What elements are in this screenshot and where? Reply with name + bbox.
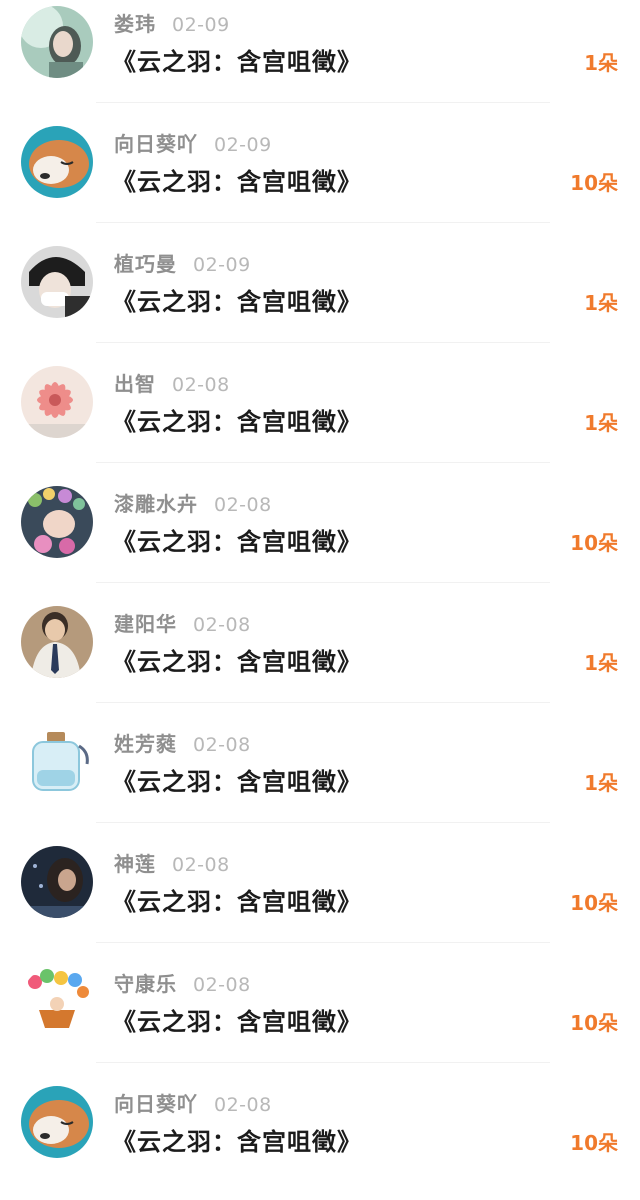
list-item[interactable]: 姓芳蕤 02-08 《云之羽：含宫咀徵》 1朵 xyxy=(0,720,640,840)
divider xyxy=(96,1062,550,1063)
book-title: 《云之羽：含宫咀徵》 xyxy=(112,768,362,796)
book-title: 《云之羽：含宫咀徵》 xyxy=(112,168,362,196)
item-meta: 向日葵吖 02-08 xyxy=(114,1090,272,1118)
flower-crown-avatar[interactable] xyxy=(21,486,93,558)
list-item[interactable]: 守康乐 02-08 《云之羽：含宫咀徵》 10朵 xyxy=(0,960,640,1080)
pink-flower-avatar[interactable] xyxy=(21,366,93,438)
masked-person-avatar[interactable] xyxy=(21,246,93,318)
book-title: 《云之羽：含宫咀徵》 xyxy=(112,888,362,916)
gift-count: 10朵 xyxy=(570,1011,618,1035)
item-meta: 神莲 02-08 xyxy=(114,850,230,878)
gift-count: 1朵 xyxy=(584,51,618,75)
book-title: 《云之羽：含宫咀徵》 xyxy=(112,1128,362,1156)
item-date: 02-09 xyxy=(193,254,251,276)
item-date: 02-09 xyxy=(172,14,230,36)
list-item[interactable]: 出智 02-08 《云之羽：含宫咀徵》 1朵 xyxy=(0,360,640,480)
book-title: 《云之羽：含宫咀徵》 xyxy=(112,288,362,316)
user-name[interactable]: 建阳华 xyxy=(114,612,177,636)
item-date: 02-08 xyxy=(172,854,230,876)
item-meta: 向日葵吖 02-09 xyxy=(114,130,272,158)
list-item[interactable]: 向日葵吖 02-08 《云之羽：含宫咀徵》 10朵 xyxy=(0,1080,640,1200)
woman-portrait-avatar[interactable] xyxy=(21,6,93,78)
sleeping-dog-avatar[interactable] xyxy=(21,126,93,198)
user-name[interactable]: 娄玮 xyxy=(114,12,156,36)
book-title: 《云之羽：含宫咀徵》 xyxy=(112,1008,362,1036)
divider xyxy=(96,582,550,583)
item-date: 02-08 xyxy=(193,614,251,636)
list-item[interactable]: 娄玮 02-09 《云之羽：含宫咀徵》 1朵 xyxy=(0,0,640,120)
item-meta: 植巧曼 02-09 xyxy=(114,250,251,278)
item-meta: 漆雕水卉 02-08 xyxy=(114,490,272,518)
divider xyxy=(96,702,550,703)
sleeping-dog-avatar[interactable] xyxy=(21,1086,93,1158)
item-meta: 建阳华 02-08 xyxy=(114,610,251,638)
book-title: 《云之羽：含宫咀徵》 xyxy=(112,528,362,556)
book-title: 《云之羽：含宫咀徵》 xyxy=(112,408,362,436)
gift-count: 1朵 xyxy=(584,771,618,795)
list-item[interactable]: 建阳华 02-08 《云之羽：含宫咀徵》 1朵 xyxy=(0,600,640,720)
list-item[interactable]: 向日葵吖 02-09 《云之羽：含宫咀徵》 10朵 xyxy=(0,120,640,240)
item-date: 02-08 xyxy=(214,1094,272,1116)
user-name[interactable]: 向日葵吖 xyxy=(114,132,198,156)
divider xyxy=(96,462,550,463)
user-name[interactable]: 植巧曼 xyxy=(114,252,177,276)
divider xyxy=(96,942,550,943)
user-name[interactable]: 漆雕水卉 xyxy=(114,492,198,516)
book-title: 《云之羽：含宫咀徵》 xyxy=(112,648,362,676)
user-name[interactable]: 向日葵吖 xyxy=(114,1092,198,1116)
item-date: 02-08 xyxy=(193,974,251,996)
item-date: 02-08 xyxy=(193,734,251,756)
item-date: 02-08 xyxy=(214,494,272,516)
divider xyxy=(96,222,550,223)
item-meta: 出智 02-08 xyxy=(114,370,230,398)
gift-count: 10朵 xyxy=(570,1131,618,1155)
gift-count: 1朵 xyxy=(584,651,618,675)
night-person-avatar[interactable] xyxy=(21,846,93,918)
gift-count: 10朵 xyxy=(570,171,618,195)
divider xyxy=(96,822,550,823)
divider xyxy=(96,102,550,103)
student-avatar[interactable] xyxy=(21,606,93,678)
gift-count: 1朵 xyxy=(584,411,618,435)
gift-count: 10朵 xyxy=(570,891,618,915)
list-item[interactable]: 神莲 02-08 《云之羽：含宫咀徵》 10朵 xyxy=(0,840,640,960)
item-meta: 姓芳蕤 02-08 xyxy=(114,730,251,758)
item-meta: 娄玮 02-09 xyxy=(114,10,230,38)
user-name[interactable]: 姓芳蕤 xyxy=(114,732,177,756)
item-date: 02-09 xyxy=(214,134,272,156)
gift-count: 1朵 xyxy=(584,291,618,315)
list-item[interactable]: 植巧曼 02-09 《云之羽：含宫咀徵》 1朵 xyxy=(0,240,640,360)
item-date: 02-08 xyxy=(172,374,230,396)
user-name[interactable]: 神莲 xyxy=(114,852,156,876)
list-item[interactable]: 漆雕水卉 02-08 《云之羽：含宫咀徵》 10朵 xyxy=(0,480,640,600)
item-meta: 守康乐 02-08 xyxy=(114,970,251,998)
book-title: 《云之羽：含宫咀徵》 xyxy=(112,48,362,76)
user-name[interactable]: 守康乐 xyxy=(114,972,177,996)
user-name[interactable]: 出智 xyxy=(114,372,156,396)
gift-record-list: 娄玮 02-09 《云之羽：含宫咀徵》 1朵 向日葵吖 02-09 《云之羽：含宫咀… xyxy=(0,0,640,1166)
divider xyxy=(96,342,550,343)
glass-bottle-avatar[interactable] xyxy=(21,726,93,798)
balloon-basket-avatar[interactable] xyxy=(21,966,93,1038)
gift-count: 10朵 xyxy=(570,531,618,555)
